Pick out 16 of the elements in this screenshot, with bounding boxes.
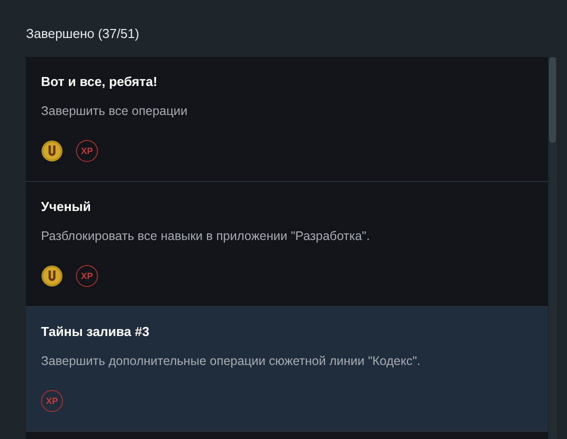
achievement-title: Ученый <box>41 198 92 216</box>
coin-icon <box>41 265 63 288</box>
section-header: Завершено (37/51) <box>26 26 140 41</box>
achievement-title: Тайны залива #3 <box>41 323 150 341</box>
xp-badge: XP <box>76 265 98 288</box>
achievement-card[interactable]: Ученый Разблокировать все навыки в приложении "Разработка". XP <box>26 182 548 307</box>
achievement-description: Завершить дополнительные операции сюжетной линии "Кодекс". <box>41 352 422 370</box>
xp-badge: XP <box>41 390 63 412</box>
achievement-card[interactable]: Тайны залива #3 Завершить дополнительные операции сюжетной линии "Кодекс". XP <box>26 307 548 432</box>
achievement-description: Разблокировать все навыки в приложении "Разработка". <box>41 228 371 245</box>
xp-badge: XP <box>76 140 98 162</box>
achievement-title: Вот и все, ребята! <box>41 73 158 91</box>
achievement-card[interactable]: Вот и все, ребята! Завершить все операции XP <box>26 57 548 182</box>
coin-icon <box>41 140 63 162</box>
scrollbar-thumb[interactable] <box>549 57 556 143</box>
achievement-description: Завершить все операции <box>41 102 189 120</box>
